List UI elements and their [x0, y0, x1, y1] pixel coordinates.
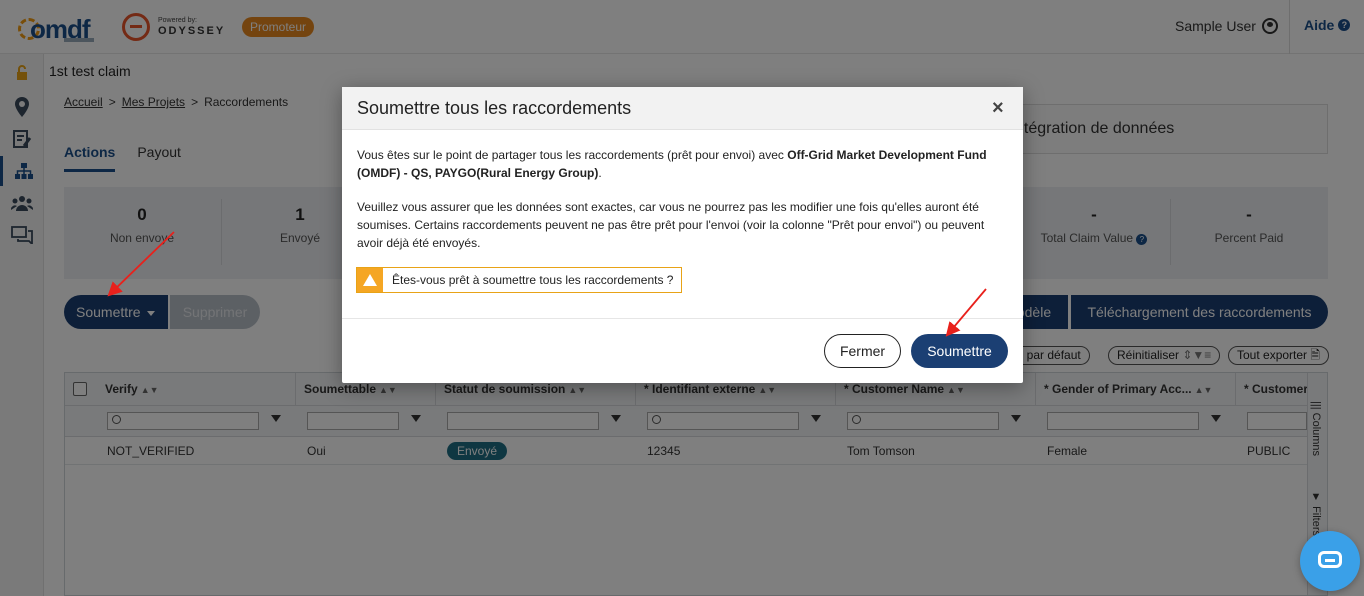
dialog-header: Soumettre tous les raccordements × — [342, 87, 1023, 130]
submit-all-dialog: Soumettre tous les raccordements × Vous … — [342, 87, 1023, 383]
dialog-paragraph-warning: Veuillez vous assurer que les données so… — [357, 200, 985, 250]
confirm-submit-button[interactable]: Soumettre — [911, 334, 1008, 368]
dialog-divider — [342, 318, 1023, 319]
dialog-title: Soumettre tous les raccordements — [357, 98, 632, 118]
chat-widget-button[interactable] — [1300, 531, 1360, 591]
warning-icon — [357, 268, 383, 292]
chat-bubble-icon — [1318, 551, 1342, 568]
close-button[interactable]: Fermer — [824, 334, 901, 368]
confirmation-question: Êtes-vous prêt à soumettre tous les racc… — [392, 273, 674, 287]
dialog-text: . — [598, 166, 602, 180]
warning-triangle — [363, 274, 377, 286]
dialog-body: Vous êtes sur le point de partager tous … — [357, 146, 1012, 268]
close-icon[interactable]: × — [992, 97, 1004, 120]
confirmation-alert: Êtes-vous prêt à soumettre tous les racc… — [356, 267, 682, 293]
dialog-paragraph-recipient: Vous êtes sur le point de partager tous … — [357, 146, 1012, 182]
dialog-text: Vous êtes sur le point de partager tous … — [357, 148, 788, 162]
